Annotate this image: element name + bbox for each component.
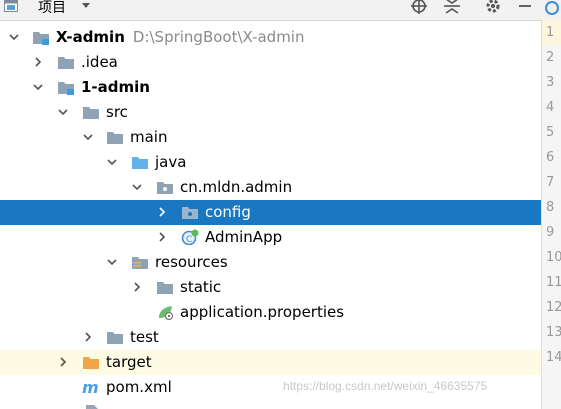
collapse-icon[interactable] <box>443 0 461 16</box>
tree-node-java[interactable]: java <box>0 150 541 175</box>
tree-node-label: AdminApp <box>205 228 283 246</box>
tree-node-label: src <box>106 103 128 121</box>
project-path: D:\SpringBoot\X-admin <box>132 28 305 46</box>
tree-node-label: static <box>180 278 222 296</box>
line-number: 10 <box>546 250 561 265</box>
tree-node-label: X-admin <box>56 28 125 46</box>
project-view-label[interactable]: 项目 <box>38 0 66 17</box>
minimize-icon[interactable] <box>516 0 534 16</box>
folder-icon <box>157 282 173 294</box>
editor-gutter: 1 2 3 4 5 6 7 8 9 10 11 12 13 14 <box>541 20 561 409</box>
line-number: 3 <box>546 75 555 90</box>
tree-node-static[interactable]: static <box>0 275 541 300</box>
chevron-down-icon[interactable] <box>8 31 20 43</box>
tree-node-label: resources <box>155 253 228 271</box>
tree-node-adminapp[interactable]: C AdminApp <box>0 225 541 250</box>
tree-node-test[interactable]: test <box>0 325 541 350</box>
chevron-down-icon[interactable] <box>106 256 118 268</box>
svg-text:m: m <box>82 379 99 395</box>
tree-node-src[interactable]: src <box>0 100 541 125</box>
line-number: 5 <box>546 125 555 140</box>
tree-node-resources[interactable]: resources <box>0 250 541 275</box>
tree-node-label: 1-admin <box>81 78 150 96</box>
source-folder-icon <box>132 157 148 169</box>
svg-text:C: C <box>186 235 192 245</box>
package-icon <box>182 207 198 219</box>
project-toolbar: 项目 <box>0 0 541 21</box>
chevron-right-icon[interactable] <box>82 331 94 343</box>
line-number: 2 <box>546 50 555 65</box>
chevron-right-icon[interactable] <box>156 231 168 243</box>
tree-node-label: application.properties <box>180 303 345 321</box>
tree-node-package[interactable]: cn.mldn.admin <box>0 175 541 200</box>
tree-node-idea[interactable]: .idea <box>0 50 541 75</box>
spring-class-icon: C <box>181 229 199 245</box>
line-number: 14 <box>546 350 561 365</box>
line-number: 7 <box>546 175 555 190</box>
chevron-down-icon[interactable] <box>82 131 94 143</box>
folder-icon <box>58 57 74 69</box>
tree-node-config[interactable]: config <box>0 200 541 225</box>
tree-node-label: test <box>130 328 159 346</box>
file-icon <box>86 405 98 409</box>
class-icon <box>545 1 559 15</box>
tree-node-partial <box>0 400 541 409</box>
chevron-right-icon[interactable] <box>131 281 143 293</box>
line-number: 12 <box>546 300 561 315</box>
tree-node-label: cn.mldn.admin <box>180 178 293 196</box>
tree-node-label: .idea <box>81 53 118 71</box>
tree-node-label: main <box>130 128 168 146</box>
line-number: 13 <box>546 325 561 340</box>
settings-icon[interactable] <box>484 0 502 16</box>
module-folder-icon <box>33 32 49 45</box>
line-number: 11 <box>546 275 561 290</box>
tree-node-label: config <box>205 203 251 221</box>
chevron-down-icon[interactable] <box>32 81 44 93</box>
line-number: 9 <box>546 225 555 240</box>
module-folder-icon <box>58 82 74 95</box>
tree-node-label: target <box>106 353 152 371</box>
folder-icon <box>107 132 123 144</box>
folder-icon <box>107 332 123 344</box>
excluded-folder-icon <box>83 357 99 369</box>
locate-icon[interactable] <box>410 0 428 16</box>
resources-folder-icon <box>132 257 148 269</box>
spring-properties-icon <box>159 306 174 320</box>
tree-node-main[interactable]: main <box>0 125 541 150</box>
line-number: 1 <box>546 25 555 40</box>
line-number: 8 <box>546 200 555 215</box>
chevron-down-icon[interactable] <box>57 106 69 118</box>
chevron-right-icon[interactable] <box>57 356 69 368</box>
line-number: 4 <box>546 100 555 115</box>
chevron-right-icon[interactable] <box>156 206 168 218</box>
dropdown-icon[interactable] <box>80 0 92 12</box>
chevron-right-icon[interactable] <box>32 56 44 68</box>
project-icon <box>4 0 18 12</box>
maven-icon: m <box>82 379 99 395</box>
tree-node-label: java <box>155 153 187 171</box>
tree-node-label: pom.xml <box>106 378 172 396</box>
tree-node-1-admin[interactable]: 1-admin <box>0 75 541 100</box>
watermark: https://blog.csdn.net/weixin_46635575 <box>283 379 488 393</box>
tree-node-x-admin[interactable]: X-admin D:\SpringBoot\X-admin <box>0 25 541 50</box>
tree-node-application-properties[interactable]: application.properties <box>0 300 541 325</box>
editor-tab[interactable] <box>541 0 561 20</box>
chevron-down-icon[interactable] <box>106 156 118 168</box>
line-number: 6 <box>546 150 555 165</box>
tree-node-target[interactable]: target <box>0 350 541 375</box>
package-icon <box>157 182 173 194</box>
chevron-down-icon[interactable] <box>131 181 143 193</box>
folder-icon <box>83 107 99 119</box>
